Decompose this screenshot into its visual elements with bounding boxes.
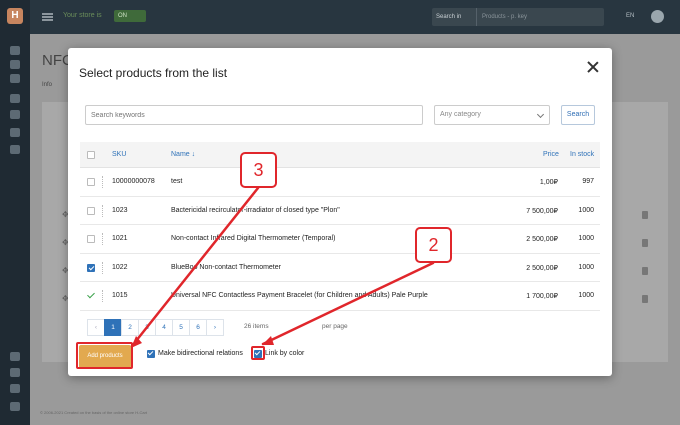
- catalog-icon[interactable]: [10, 74, 20, 83]
- column-price[interactable]: Price: [543, 151, 559, 158]
- annotation-badge-3: 3: [240, 152, 277, 188]
- annotation-highlight-add-products: [76, 342, 133, 369]
- pagination-prev[interactable]: ‹: [87, 319, 105, 336]
- row-name: test: [171, 178, 183, 185]
- table-row[interactable]: 1015 Universal NFC Contactless Payment B…: [80, 282, 600, 311]
- pagination-page-4[interactable]: 4: [155, 319, 173, 336]
- users-icon[interactable]: [10, 110, 20, 119]
- image-icon[interactable]: [10, 368, 20, 377]
- table-row[interactable]: 1021 Non-contact Infrared Digital Thermo…: [80, 225, 600, 254]
- puzzle-icon[interactable]: [10, 352, 20, 361]
- row-divider: [102, 290, 103, 302]
- trash-icon[interactable]: [642, 239, 648, 247]
- row-price: 2 500,00₽: [526, 264, 558, 272]
- row-name: Bactericidal recirculator-irradiator of …: [171, 206, 340, 214]
- row-sku: 1022: [112, 263, 128, 271]
- row-name: BlueBoo Non-contact Thermometer: [171, 263, 281, 271]
- column-sku[interactable]: SKU: [112, 151, 126, 158]
- menu-icon[interactable]: [42, 13, 53, 21]
- store-status-toggle[interactable]: ON: [114, 10, 146, 22]
- table-row[interactable]: 1023 Bactericidal recirculator-irradiato…: [80, 197, 600, 225]
- row-divider: [102, 233, 103, 245]
- app-sidebar: H: [0, 0, 30, 425]
- search-scope-select[interactable]: Search in: [432, 8, 477, 26]
- row-checkbox-checked[interactable]: [87, 263, 95, 272]
- layout-icon[interactable]: [10, 128, 20, 137]
- row-sku: 1023: [112, 206, 128, 214]
- row-price: 1 700,00₽: [526, 293, 558, 300]
- table-header: SKU Name ↓ Price In stock: [80, 142, 600, 168]
- handshake-icon[interactable]: [10, 145, 20, 154]
- row-stock: 1000: [578, 235, 594, 242]
- row-price: 2 500,00₽: [526, 236, 558, 243]
- row-stock: 1000: [578, 263, 594, 271]
- user-avatar-icon[interactable]: [651, 10, 664, 23]
- row-name: Universal NFC Contactless Payment Bracel…: [171, 292, 428, 299]
- annotation-highlight-link-by-color: [251, 346, 265, 360]
- trash-icon[interactable]: [642, 295, 648, 303]
- footer-copyright: © 2006-2021 Created on the basis of the …: [40, 410, 148, 415]
- pagination-page-1[interactable]: 1: [104, 319, 122, 336]
- table-row[interactable]: 1022 BlueBoo Non-contact Thermometer 2 5…: [80, 254, 600, 282]
- global-search-input[interactable]: Products - p. key: [482, 8, 527, 26]
- row-sku: 10000000078: [112, 178, 155, 185]
- bidirectional-checkbox[interactable]: [147, 350, 155, 358]
- pagination-page-3[interactable]: 3: [138, 319, 156, 336]
- app-topbar: Your store is ON Search in Products - p.…: [30, 0, 680, 34]
- chevron-down-icon: [536, 110, 545, 119]
- row-price: 1,00₽: [539, 179, 558, 186]
- items-count: 26 items: [244, 323, 269, 330]
- column-stock[interactable]: In stock: [570, 151, 594, 158]
- row-sku: 1015: [112, 292, 128, 299]
- products-table: SKU Name ↓ Price In stock 10000000078 te…: [80, 142, 600, 311]
- row-divider: [102, 176, 103, 188]
- row-divider: [102, 261, 103, 274]
- category-select[interactable]: Any category: [434, 105, 550, 125]
- pagination-page-2[interactable]: 2: [121, 319, 139, 336]
- bidirectional-label[interactable]: Make bidirectional relations: [158, 350, 243, 357]
- trash-icon[interactable]: [642, 267, 648, 275]
- annotation-badge-2: 2: [415, 227, 452, 263]
- category-select-value: Any category: [440, 111, 481, 118]
- table-row[interactable]: 10000000078 test 1,00₽ 997: [80, 168, 600, 197]
- keywords-search-input[interactable]: [85, 105, 423, 125]
- row-checkbox[interactable]: [87, 178, 95, 186]
- app-logo[interactable]: H: [7, 8, 23, 24]
- tag-icon[interactable]: [10, 60, 20, 69]
- info-icon[interactable]: [10, 384, 20, 393]
- link-by-color-label[interactable]: Link by color: [265, 350, 304, 357]
- row-stock: 997: [582, 178, 594, 185]
- language-select[interactable]: EN: [626, 13, 634, 19]
- per-page-label[interactable]: per page: [322, 323, 348, 330]
- row-checkbox[interactable]: [87, 206, 95, 215]
- modal-title: Select products from the list: [79, 66, 228, 80]
- row-divider: [102, 204, 103, 217]
- row-checkbox[interactable]: [87, 235, 95, 243]
- settings-icon[interactable]: [10, 402, 20, 411]
- pagination-page-6[interactable]: 6: [189, 319, 207, 336]
- row-name: Non-contact Infrared Digital Thermometer…: [171, 235, 336, 242]
- tab-info[interactable]: Info: [42, 82, 52, 88]
- row-price: 7 500,00₽: [526, 207, 558, 215]
- dashboard-icon[interactable]: [10, 46, 20, 55]
- gift-icon[interactable]: [10, 94, 20, 103]
- column-name[interactable]: Name ↓: [171, 151, 195, 158]
- row-stock: 1000: [578, 206, 594, 214]
- trash-icon[interactable]: [642, 211, 648, 219]
- row-stock: 1000: [578, 292, 594, 299]
- pagination-page-5[interactable]: 5: [172, 319, 190, 336]
- close-icon[interactable]: [586, 60, 600, 74]
- pagination-next[interactable]: ›: [206, 319, 224, 336]
- select-products-modal: Select products from the list Any catego…: [68, 48, 612, 376]
- select-all-checkbox[interactable]: [87, 151, 95, 159]
- green-check-icon: [87, 292, 95, 300]
- store-status-label: Your store is: [63, 12, 102, 19]
- pagination: ‹ 1 2 3 4 5 6 ›: [87, 319, 224, 336]
- global-search[interactable]: Search in Products - p. key: [432, 8, 604, 26]
- search-button[interactable]: Search: [561, 105, 595, 125]
- row-sku: 1021: [112, 235, 128, 242]
